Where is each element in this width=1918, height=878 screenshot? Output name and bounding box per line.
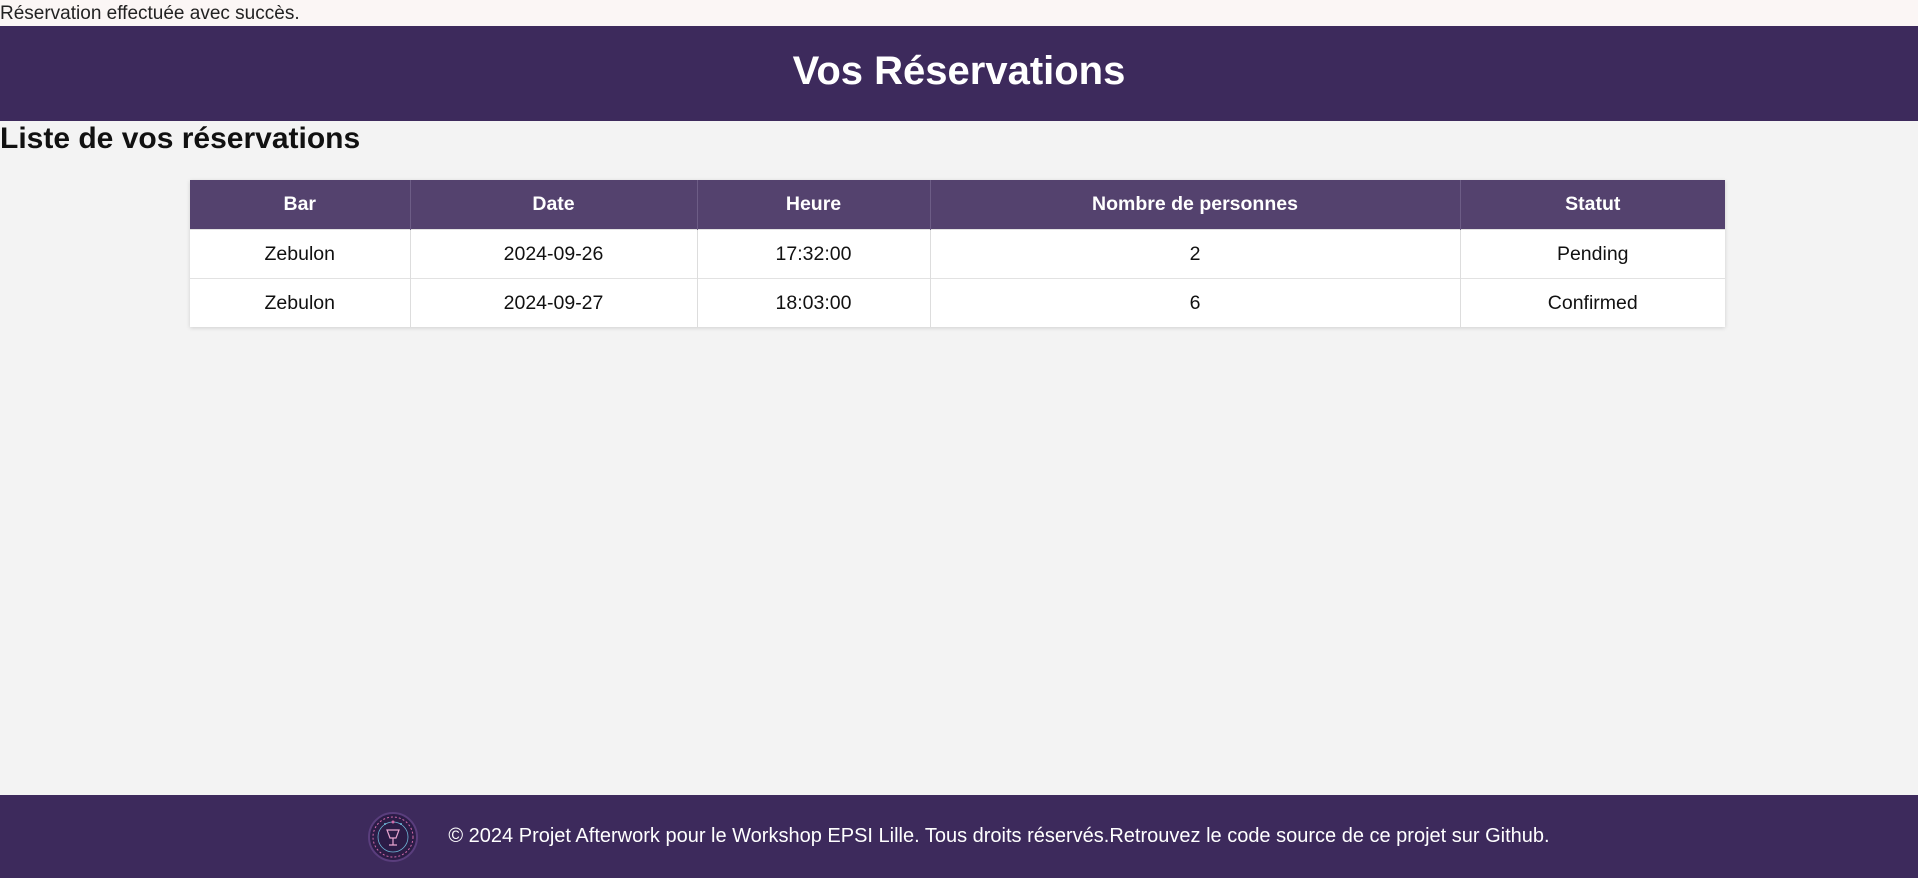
table-header-row: Bar Date Heure Nombre de personnes Statu… [190, 180, 1725, 230]
cell-statut: Confirmed [1460, 278, 1725, 327]
cell-date: 2024-09-26 [410, 229, 698, 279]
column-header-statut: Statut [1460, 180, 1725, 230]
footer-copyright-text: © 2024 Projet Afterwork pour le Workshop… [448, 825, 1550, 847]
section-title: Liste de vos réservations [0, 122, 361, 155]
table-row: Zebulon 2024-09-26 17:32:00 2 Pending [190, 229, 1725, 279]
column-header-date: Date [410, 180, 698, 230]
cell-heure: 18:03:00 [697, 278, 931, 327]
site-header: Vos Réservations [0, 26, 1918, 121]
cell-bar: Zebulon [190, 229, 411, 279]
cell-heure: 17:32:00 [697, 229, 931, 279]
site-footer: © 2024 Projet Afterwork pour le Workshop… [0, 795, 1918, 878]
cell-statut: Pending [1460, 229, 1725, 279]
table-row: Zebulon 2024-09-27 18:03:00 6 Confirmed [190, 278, 1725, 327]
page-title: Vos Réservations [792, 49, 1126, 93]
cell-date: 2024-09-27 [410, 278, 698, 327]
afterwork-logo-icon [368, 811, 419, 862]
cell-nombre-de-personnes: 6 [930, 278, 1461, 327]
column-header-nombre-de-personnes: Nombre de personnes [930, 180, 1461, 230]
cell-bar: Zebulon [190, 278, 411, 327]
flash-message: Réservation effectuée avec succès. [0, 0, 1918, 26]
column-header-heure: Heure [697, 180, 931, 230]
reservations-table-container: Bar Date Heure Nombre de personnes Statu… [190, 180, 1725, 327]
cell-nombre-de-personnes: 2 [930, 229, 1461, 279]
reservations-table: Bar Date Heure Nombre de personnes Statu… [190, 180, 1725, 327]
column-header-bar: Bar [190, 180, 411, 230]
